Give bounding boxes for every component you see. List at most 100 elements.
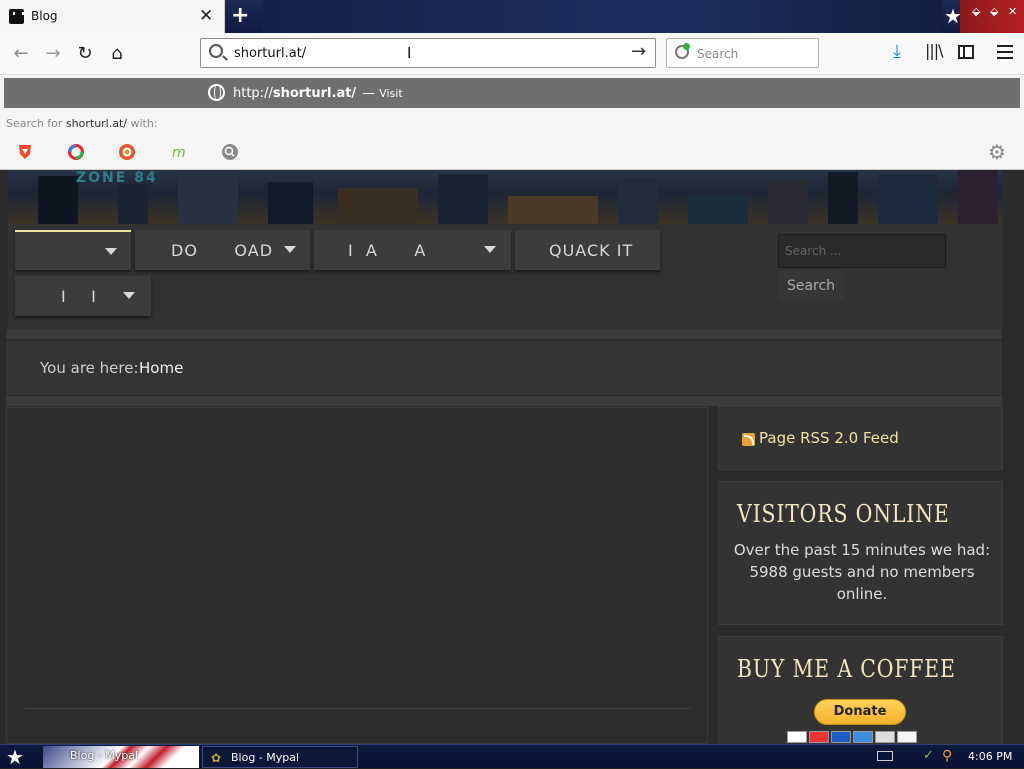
search-placeholder: Search xyxy=(697,47,739,61)
site-banner: ZONE 84 xyxy=(8,170,1003,224)
search-engine-icon[interactable] xyxy=(221,143,239,161)
maestro-icon xyxy=(831,731,851,743)
search-for-suffix: with: xyxy=(127,117,158,130)
visitors-title: VISITORS ONLINE xyxy=(737,500,950,528)
menu-label: QUACK IT xyxy=(549,241,634,260)
search-for-term: shorturl.at/ xyxy=(65,117,127,130)
taskbar-item-label: Blog - Mypal xyxy=(70,749,139,762)
mastercard-icon xyxy=(809,731,829,743)
divider xyxy=(6,329,1002,339)
site-search-placeholder: Search ... xyxy=(785,244,842,258)
breadcrumb-home-link[interactable]: Home xyxy=(139,359,183,377)
site-search-input[interactable]: Search ... xyxy=(778,234,946,268)
duckduckgo-icon[interactable] xyxy=(118,143,136,161)
menu-label: I I xyxy=(61,287,97,306)
clock[interactable]: 4:06 PM xyxy=(968,750,1012,763)
discover-icon xyxy=(897,731,917,743)
chevron-down-icon xyxy=(105,248,117,255)
menu-label: I A A xyxy=(348,241,427,260)
tab-strip-background xyxy=(262,0,942,33)
taskbar-item-2[interactable]: ✿ Blog - Mypal xyxy=(202,746,358,768)
tab-blog[interactable]: Blog ✕ xyxy=(0,0,225,33)
menu-item-5[interactable]: I I xyxy=(15,276,151,316)
suggestion-dash: — xyxy=(362,86,376,101)
search-for-prefix: Search for xyxy=(6,117,66,130)
rss-icon xyxy=(742,433,755,446)
url-bar[interactable]: shorturl.at/ I → xyxy=(200,38,656,68)
amex-icon xyxy=(853,731,873,743)
mojeek-icon[interactable]: m xyxy=(170,143,188,161)
card-icon xyxy=(875,731,895,743)
keyboard-icon[interactable] xyxy=(877,751,893,761)
taskbar-item-label: Blog - Mypal xyxy=(231,751,300,764)
search-engine-add-icon xyxy=(675,43,690,59)
visa-icon xyxy=(787,731,807,743)
svg-text:m: m xyxy=(172,145,186,161)
mypal-app-icon: ✿ xyxy=(211,751,222,765)
breadcrumb: You are here: Home xyxy=(6,341,1002,395)
maximize-icon[interactable]: ⬙ xyxy=(990,5,998,18)
tab-bar: Blog ✕ + ★ ⬙ ⬙ ✕ xyxy=(0,0,1024,33)
chevron-down-icon xyxy=(123,292,135,299)
tab-title: Blog xyxy=(31,9,58,23)
content-divider xyxy=(25,708,691,709)
menu-item-quack-it[interactable]: QUACK IT xyxy=(515,230,660,270)
site-favicon-icon xyxy=(9,9,24,24)
home-icon[interactable]: ⌂ xyxy=(104,41,130,67)
suggestion-text: http://shorturl.at/ — Visit xyxy=(233,86,403,101)
buy-me-a-coffee-box: BUY ME A COFFEE Donate xyxy=(719,637,1002,744)
qwant-icon[interactable] xyxy=(67,143,85,161)
close-window-icon[interactable]: ✕ xyxy=(1008,5,1017,18)
taskbar: ★ Blog - Mypal ✿ Blog - Mypal ✓ ⚲ 4:06 P… xyxy=(0,744,1024,768)
main-content xyxy=(6,407,708,744)
rss-feed-link[interactable]: Page RSS 2.0 Feed xyxy=(759,429,899,447)
network-icon[interactable]: ✓ xyxy=(923,748,934,763)
taskbar-item-1[interactable]: Blog - Mypal xyxy=(43,746,199,768)
suggestion-protocol: http:// xyxy=(233,86,273,101)
page-viewport: ZONE 84 DO OAD I A A QUACK IT I I Search… xyxy=(0,170,1024,744)
menu-item-3[interactable]: I A A xyxy=(314,230,511,270)
suggestion-url: shorturl.at/ xyxy=(272,86,357,101)
url-text: shorturl.at/ xyxy=(234,46,307,61)
sidebar-icon[interactable] xyxy=(958,45,974,59)
suggestion-row[interactable]: http://shorturl.at/ — Visit xyxy=(4,78,1020,108)
menu-item-1[interactable] xyxy=(15,230,131,270)
menu-label: DO OAD xyxy=(171,241,274,260)
library-icon[interactable]: |||\ xyxy=(925,41,944,60)
download-icon[interactable]: ⤓ xyxy=(893,41,911,63)
suggestion-visit: Visit xyxy=(379,87,403,100)
search-for-label: Search for shorturl.at/ with: xyxy=(6,117,158,130)
search-tray-icon[interactable]: ⚲ xyxy=(942,748,952,764)
breadcrumb-label: You are here: xyxy=(40,359,139,377)
gear-icon[interactable]: ⚙ xyxy=(988,140,1006,164)
search-bar[interactable]: Search xyxy=(666,38,819,68)
reload-icon[interactable]: ↻ xyxy=(72,41,98,67)
chevron-down-icon xyxy=(284,246,296,253)
go-arrow-icon[interactable]: → xyxy=(631,41,646,62)
navigation-toolbar: ← → ↻ ⌂ shorturl.at/ I → Search xyxy=(0,33,1024,75)
back-icon[interactable]: ← xyxy=(8,41,34,67)
visitors-online-box: VISITORS ONLINE Over the past 15 minutes… xyxy=(719,482,1002,624)
hamburger-menu-icon[interactable] xyxy=(997,45,1013,59)
menu-item-download[interactable]: DO OAD xyxy=(135,230,310,270)
close-tab-icon[interactable]: ✕ xyxy=(199,6,213,26)
search-icon xyxy=(209,44,223,58)
coffee-title: BUY ME A COFFEE xyxy=(737,655,956,683)
site-search-button[interactable]: Search xyxy=(778,271,844,301)
start-menu-icon[interactable]: ★ xyxy=(6,746,30,768)
rss-box: Page RSS 2.0 Feed xyxy=(719,407,1002,469)
donate-button[interactable]: Donate xyxy=(814,699,906,725)
brave-icon[interactable] xyxy=(16,143,34,161)
visitors-text: Over the past 15 minutes we had: 5988 gu… xyxy=(733,541,991,603)
url-suggestions-popup: http://shorturl.at/— Visit Search for sho… xyxy=(0,75,1024,170)
chevron-down-icon xyxy=(484,246,496,253)
site-logo[interactable]: ZONE 84 xyxy=(76,170,158,186)
window-controls: ⬙ ⬙ ✕ xyxy=(960,0,1024,33)
site-navigation: DO OAD I A A QUACK IT I I Search ... Sea… xyxy=(8,224,1003,329)
new-tab-icon[interactable]: + xyxy=(231,3,249,29)
text-cursor-icon: I xyxy=(407,44,412,62)
divider xyxy=(6,396,1002,406)
forward-icon[interactable]: → xyxy=(40,41,66,67)
globe-icon xyxy=(208,84,225,101)
minimize-icon[interactable]: ⬙ xyxy=(972,5,980,18)
